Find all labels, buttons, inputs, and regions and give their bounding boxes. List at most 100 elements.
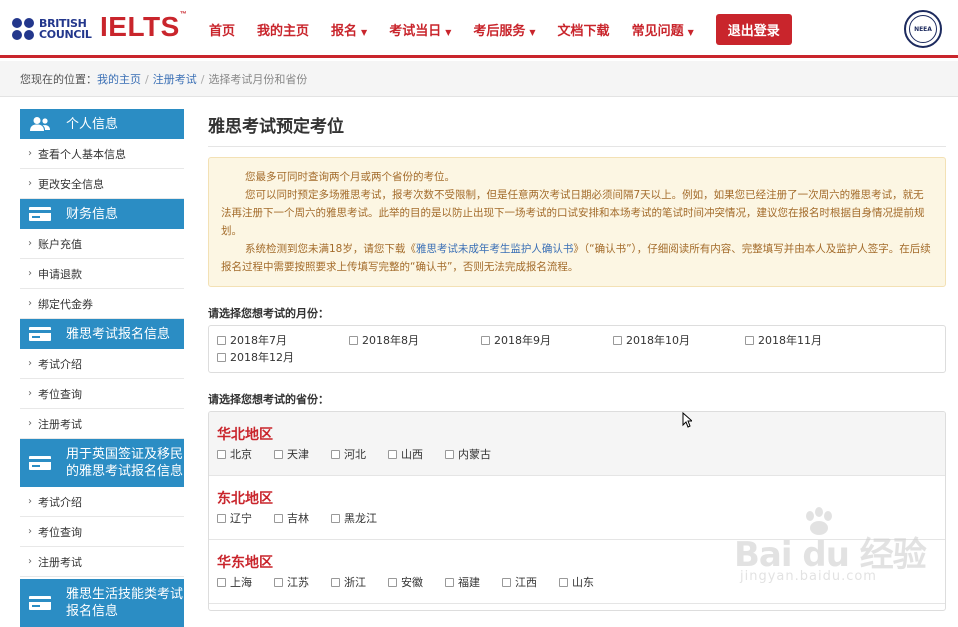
province-checkbox[interactable]: 黑龙江 <box>331 510 377 526</box>
checkbox-icon <box>349 335 358 345</box>
user-icon <box>30 117 50 131</box>
sidebar-section-life-skills[interactable]: 雅思生活技能类考试报名信息 <box>20 579 184 627</box>
nav-test-day[interactable]: 考试当日 ▼ <box>389 20 451 39</box>
mouse-cursor-icon <box>682 412 692 428</box>
sidebar-item-register-test[interactable]: › 注册考试 <box>20 409 184 439</box>
ielts-tm: ™ <box>179 11 188 18</box>
province-checkbox[interactable]: 山东 <box>559 574 594 590</box>
british-council-logo[interactable]: BRITISH COUNCIL <box>12 15 92 43</box>
region-title: 东北地区 <box>217 491 273 507</box>
checkbox-icon <box>274 513 283 523</box>
checkbox-icon <box>331 513 340 523</box>
checkbox-icon <box>559 577 568 587</box>
province-checkbox[interactable]: 福建 <box>445 574 480 590</box>
watermark-sub: jingyan.baidu.com <box>740 569 877 584</box>
card-icon <box>29 596 51 610</box>
sidebar-item-change-security[interactable]: › 更改安全信息 <box>20 169 184 199</box>
ielts-logo[interactable]: IELTS™ <box>100 11 187 43</box>
month-checkbox[interactable]: 2018年8月 <box>349 332 481 348</box>
sidebar-item-view-profile[interactable]: › 查看个人基本信息 <box>20 139 184 169</box>
nav-home[interactable]: 首页 <box>209 20 235 39</box>
sidebar-item-recharge[interactable]: › 账户充值 <box>20 229 184 259</box>
chevron-right-icon: › <box>28 298 32 309</box>
checkbox-icon <box>481 335 490 345</box>
province-checkbox[interactable]: 江苏 <box>274 574 309 590</box>
checkbox-icon <box>217 577 226 587</box>
province-checkbox[interactable]: 山西 <box>388 446 423 462</box>
card-icon <box>29 456 51 470</box>
province-checkbox[interactable]: 上海 <box>217 574 252 590</box>
ielts-logo-text: IELTS <box>100 11 180 42</box>
province-checkbox[interactable]: 天津 <box>274 446 309 462</box>
nav-my-page[interactable]: 我的主页 <box>257 20 309 39</box>
neea-logo-text: NEEA <box>909 15 937 43</box>
caret-down-icon: ▼ <box>687 27 694 37</box>
chevron-right-icon: › <box>28 358 32 369</box>
chevron-right-icon: › <box>28 526 32 537</box>
sidebar: 个人信息 › 查看个人基本信息 › 更改安全信息 财务信息 › 账户充值 › 申请退款 … <box>20 109 184 627</box>
caret-down-icon: ▼ <box>445 27 452 37</box>
bc-dots-icon <box>12 18 34 40</box>
chevron-right-icon: › <box>28 556 32 567</box>
checkbox-icon <box>388 577 397 587</box>
province-checkbox[interactable]: 北京 <box>217 446 252 462</box>
checkbox-icon <box>217 513 226 523</box>
sidebar-item-refund[interactable]: › 申请退款 <box>20 259 184 289</box>
neea-logo[interactable]: NEEA <box>904 10 942 48</box>
checkbox-icon <box>331 449 340 459</box>
month-checkbox[interactable]: 2018年9月 <box>481 332 613 348</box>
notice-paragraph-3: 系统检测到您未满18岁，请您下载《雅思考试未成年考生监护人确认书》（“确认书”）… <box>221 240 933 276</box>
province-label: 请选择您想考试的省份： <box>208 393 329 406</box>
region-title: 华北地区 <box>217 427 273 443</box>
caret-down-icon: ▼ <box>529 27 536 37</box>
province-checkbox[interactable]: 吉林 <box>274 510 309 526</box>
sidebar-item-ukvi-register-test[interactable]: › 注册考试 <box>20 547 184 577</box>
sidebar-section-title: 雅思生活技能类考试报名信息 <box>66 587 184 619</box>
notice-box: 您最多可同时查询两个月或两个省份的考位。 您可以同时预定多场雅思考试，报考次数不… <box>208 157 946 287</box>
province-checkbox[interactable]: 内蒙古 <box>445 446 491 462</box>
sidebar-item-seat-search[interactable]: › 考位查询 <box>20 379 184 409</box>
province-checkbox[interactable]: 河北 <box>331 446 366 462</box>
nav-after-test[interactable]: 考后服务 ▼ <box>473 20 535 39</box>
checkbox-icon <box>613 335 622 345</box>
province-checkbox[interactable]: 安徽 <box>388 574 423 590</box>
checkbox-icon <box>445 449 454 459</box>
sidebar-section-finance[interactable]: 财务信息 <box>20 199 184 229</box>
title-divider <box>208 146 946 147</box>
province-checkbox[interactable]: 江西 <box>502 574 537 590</box>
sidebar-section-ielts-registration[interactable]: 雅思考试报名信息 <box>20 319 184 349</box>
sidebar-item-voucher[interactable]: › 绑定代金券 <box>20 289 184 319</box>
checkbox-icon <box>388 449 397 459</box>
sidebar-item-test-intro[interactable]: › 考试介绍 <box>20 349 184 379</box>
month-checkbox[interactable]: 2018年12月 <box>217 349 349 365</box>
chevron-right-icon: › <box>28 178 32 189</box>
checkbox-icon <box>217 449 226 459</box>
month-checkbox[interactable]: 2018年10月 <box>613 332 745 348</box>
logout-button[interactable]: 退出登录 <box>715 13 792 45</box>
bc-line2: COUNCIL <box>39 28 92 41</box>
sidebar-item-ukvi-seat-search[interactable]: › 考位查询 <box>20 517 184 547</box>
province-checkbox[interactable]: 辽宁 <box>217 510 252 526</box>
guardian-form-link[interactable]: 雅思考试未成年考生监护人确认书 <box>416 243 574 255</box>
card-icon <box>29 327 51 341</box>
nav-faq[interactable]: 常见问题 ▼ <box>632 20 694 39</box>
sidebar-item-ukvi-test-intro[interactable]: › 考试介绍 <box>20 487 184 517</box>
checkbox-icon <box>217 335 226 345</box>
chevron-right-icon: › <box>28 388 32 399</box>
sidebar-section-ukvi-registration[interactable]: 用于英国签证及移民的雅思考试报名信息 <box>20 439 184 487</box>
breadcrumb-register[interactable]: 注册考试 <box>153 73 197 86</box>
month-checkbox[interactable]: 2018年11月 <box>745 332 877 348</box>
chevron-right-icon: › <box>28 268 32 279</box>
nav-register[interactable]: 报名 ▼ <box>331 20 367 39</box>
checkbox-icon <box>217 352 226 362</box>
breadcrumb: 您现在的位置：我的主页 / 注册考试 / 选择考试月份和省份 <box>0 61 958 97</box>
nav-downloads[interactable]: 文档下载 <box>558 20 610 39</box>
breadcrumb-separator: / <box>145 73 149 86</box>
main-nav: 首页 我的主页 报名 ▼ 考试当日 ▼ 考后服务 ▼ 文档下载 常见问题 ▼ 退出登录 <box>209 0 792 58</box>
chevron-right-icon: › <box>28 238 32 249</box>
sidebar-section-title: 财务信息 <box>66 206 119 222</box>
month-checkbox[interactable]: 2018年7月 <box>217 332 349 348</box>
province-checkbox[interactable]: 浙江 <box>331 574 366 590</box>
breadcrumb-my-page[interactable]: 我的主页 <box>97 73 141 86</box>
sidebar-section-personal[interactable]: 个人信息 <box>20 109 184 139</box>
